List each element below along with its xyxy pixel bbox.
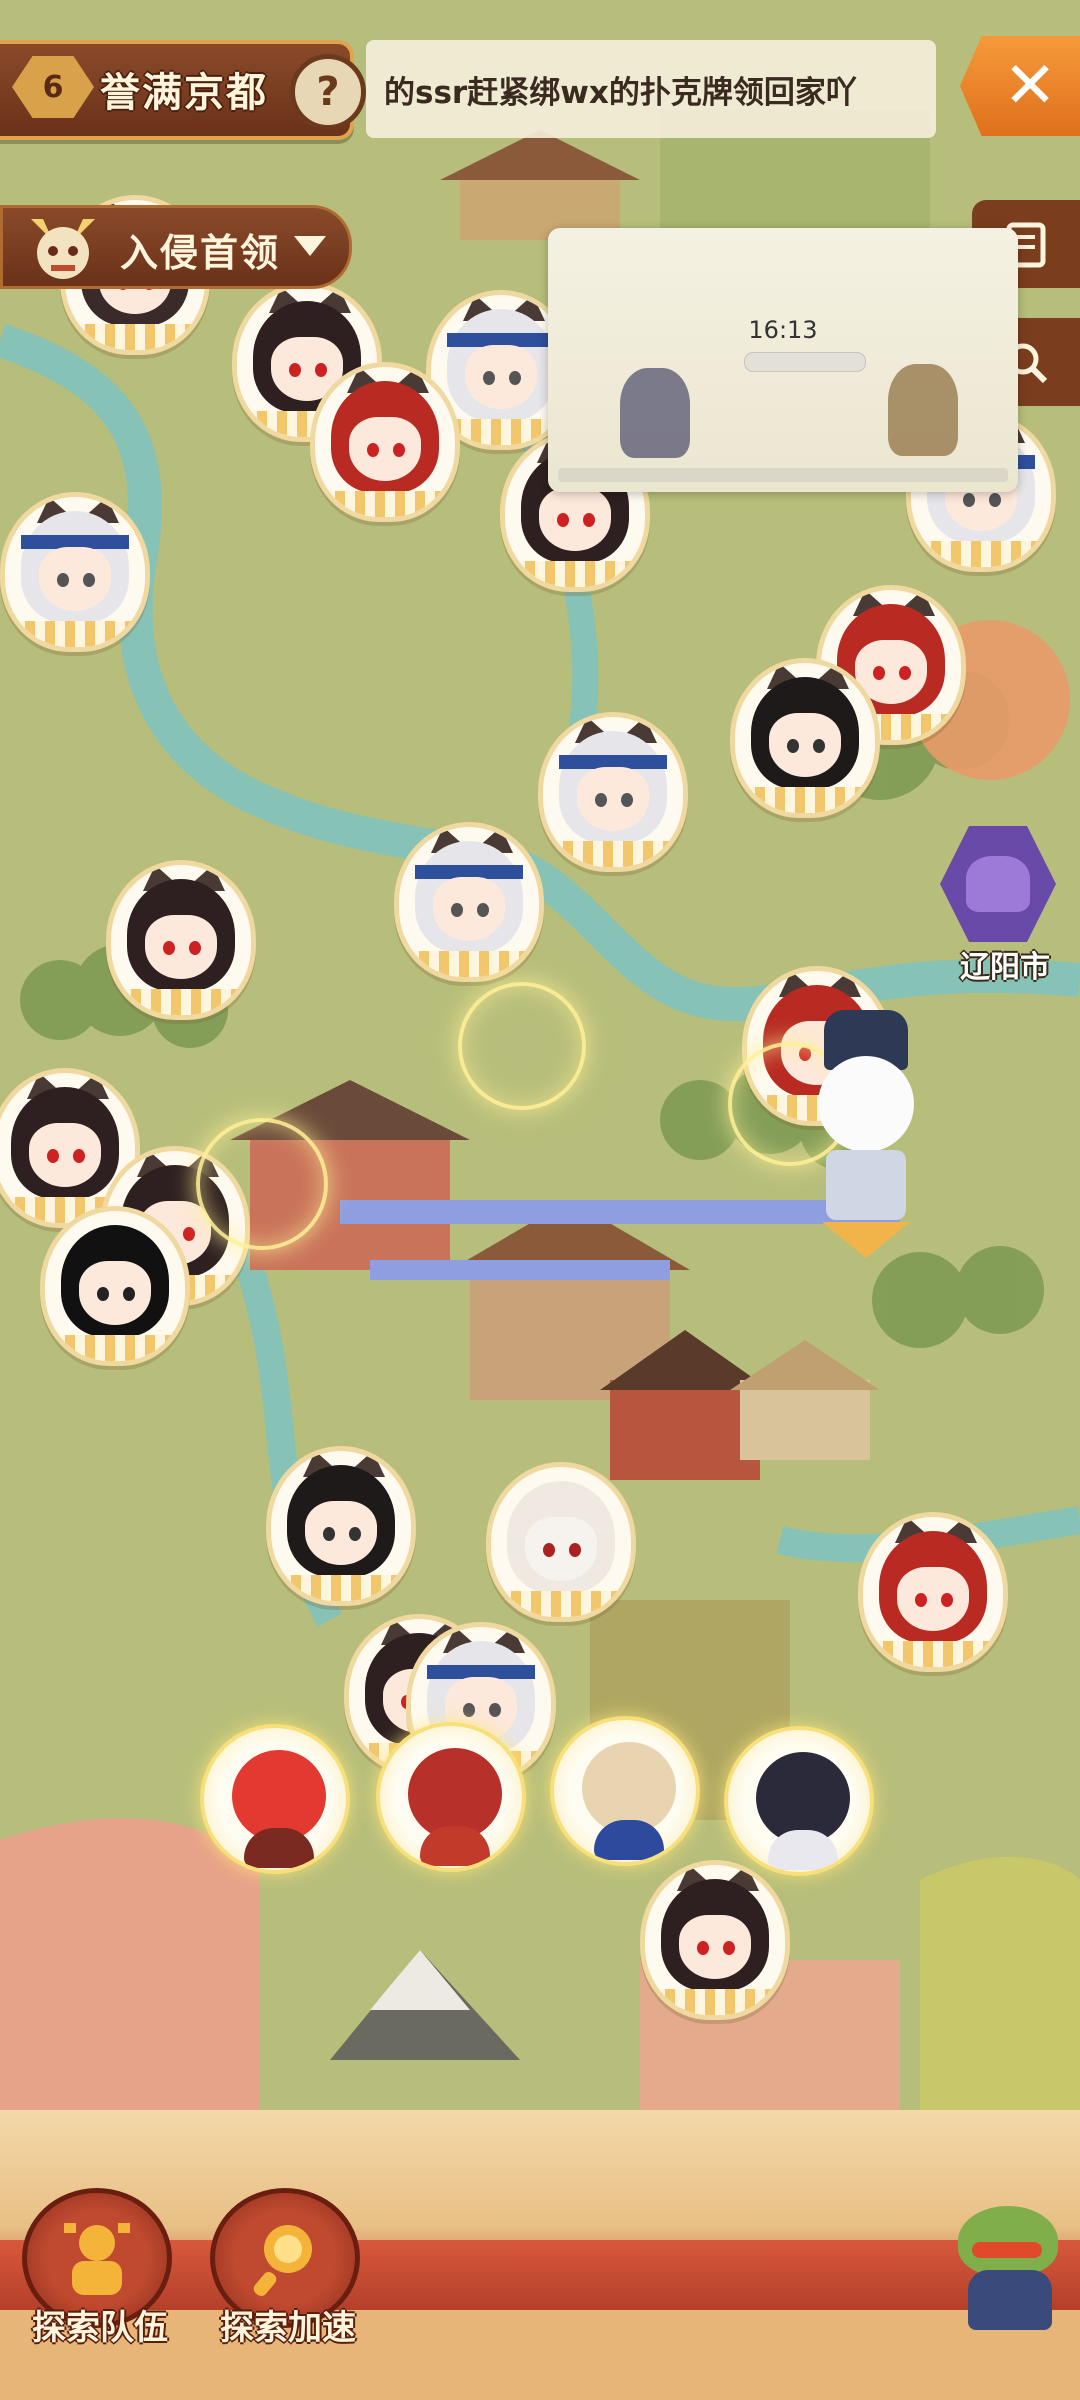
glow-marker[interactable] [196, 1118, 328, 1250]
team-member[interactable] [200, 1724, 350, 1874]
help-button[interactable]: ? [290, 54, 366, 130]
boss-token[interactable] [538, 712, 688, 872]
boss-token[interactable] [40, 1206, 190, 1366]
boss-token[interactable] [640, 1860, 790, 2020]
floating-window[interactable]: 16:13 [548, 228, 1018, 492]
demon-mask-icon [20, 208, 106, 286]
boss-token[interactable] [730, 658, 880, 818]
boss-icon [966, 856, 1030, 912]
frog-mascot[interactable] [948, 2186, 1068, 2336]
glow-marker[interactable] [458, 982, 586, 1110]
close-button[interactable]: ✕ [960, 36, 1080, 136]
overlay-toggle[interactable] [744, 352, 866, 372]
overlay-status-strip [558, 468, 1008, 482]
marquee-text: 的ssr赶紧绑wx的扑克牌领回家吖 [384, 74, 857, 111]
boss-token[interactable] [0, 492, 150, 652]
boss-token[interactable] [858, 1512, 1008, 1672]
overlay-art-right [888, 364, 958, 456]
boss-token[interactable] [486, 1462, 636, 1622]
team-member[interactable] [376, 1722, 526, 1872]
close-icon: ✕ [1003, 49, 1057, 123]
team-member[interactable] [724, 1726, 874, 1876]
invader-label: 入侵首领 [120, 231, 281, 275]
level-number: 6 [42, 69, 64, 105]
chevron-down-icon [294, 236, 326, 256]
overlay-time: 16:13 [748, 316, 818, 344]
question-icon: ? [316, 69, 340, 115]
broadcast-marquee: 的ssr赶紧绑wx的扑克牌领回家吖 [366, 40, 936, 138]
boss-token[interactable] [310, 362, 460, 522]
boss-token[interactable] [394, 822, 544, 982]
city-label: 辽阳市 [960, 950, 1050, 985]
region-title: 誉满京都 [100, 70, 268, 116]
explore-team-label: 探索队伍 [32, 2308, 168, 2348]
team-member[interactable] [550, 1716, 700, 1866]
explore-speed-label: 探索加速 [220, 2308, 356, 2348]
boss-token[interactable] [266, 1446, 416, 1606]
magnifier-icon [253, 2225, 312, 2297]
team-icon [64, 2223, 130, 2295]
player-avatar[interactable] [806, 1000, 926, 1258]
overlay-art-left [620, 368, 690, 458]
boss-token[interactable] [106, 860, 256, 1020]
